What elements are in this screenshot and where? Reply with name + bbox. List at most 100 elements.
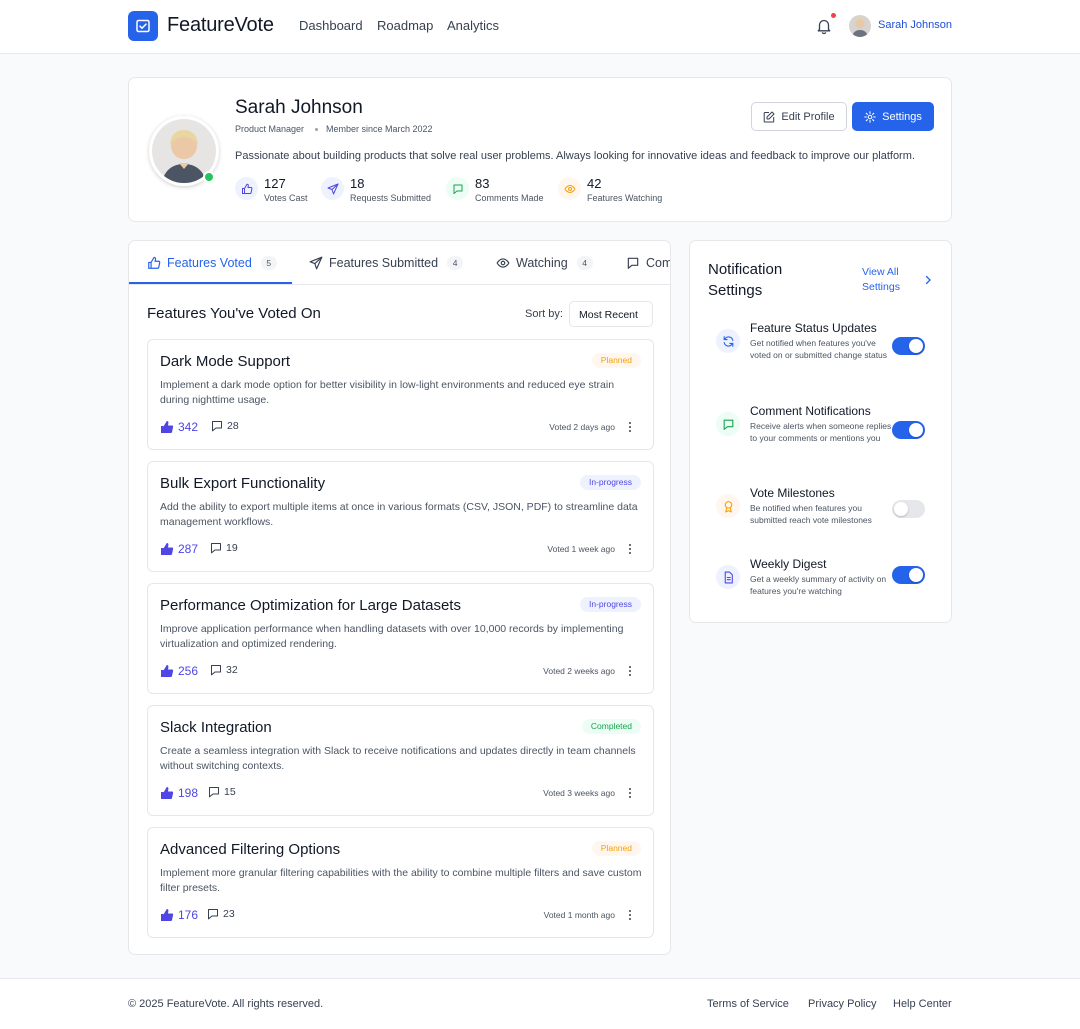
notification-toggle[interactable] [892,421,925,439]
thumbs-up-icon [161,543,174,555]
tab-features-voted[interactable]: Features Voted 5 [147,241,277,284]
comment-count: 32 [226,664,238,676]
notification-title: Feature Status Updates [750,321,877,335]
comment-icon [212,421,222,432]
notification-toggle[interactable] [892,566,925,584]
tab-bar: Features Voted 5 Features Submitted 4 Wa… [129,241,670,285]
comments-button[interactable]: 28 [211,420,239,432]
nav-link-roadmap[interactable]: Roadmap [377,18,433,33]
comment-count: 23 [223,908,235,920]
feature-title[interactable]: Slack Integration [160,719,272,736]
vote-button[interactable]: 176 [160,908,198,922]
footer: © 2025 FeatureVote. All rights reserved.… [0,978,1080,1029]
vote-button[interactable]: 342 [160,420,198,434]
tab-watching[interactable]: Watching 4 [496,241,593,284]
more-options-icon[interactable] [627,664,633,678]
notification-settings-title: Notification Settings [708,261,783,299]
terms-link[interactable]: Terms of Service [707,998,789,1010]
settings-button[interactable]: Settings [852,102,934,131]
voted-time: Voted 1 month ago [543,910,615,920]
vote-count: 176 [178,908,199,922]
status-badge: Planned [591,841,641,856]
chevron-right-icon[interactable] [924,275,932,285]
user-avatar[interactable] [849,15,871,37]
more-options-icon[interactable] [627,542,633,556]
notification-description: Get notified when features you've voted … [750,338,888,360]
comments-button[interactable]: 32 [210,664,238,676]
feature-title[interactable]: Bulk Export Functionality [160,475,325,492]
notification-description: Be notified when features you submitted … [750,503,872,525]
logo-icon[interactable] [128,11,158,41]
tab-features-submitted[interactable]: Features Submitted 4 [309,241,464,284]
comments-button[interactable]: 19 [210,542,238,554]
bell-icon[interactable] [815,17,833,35]
comment-icon [209,787,219,798]
notification-type-icon [716,494,740,518]
privacy-link[interactable]: Privacy Policy [808,998,876,1010]
tab-comments[interactable]: Comments [626,241,670,284]
stat-label: Votes Cast [264,193,308,203]
nav-link-analytics[interactable]: Analytics [447,18,499,33]
help-center-link[interactable]: Help Center [893,998,952,1010]
stat-value: 83 [475,176,490,191]
sort-label: Sort by: [525,308,563,320]
vote-button[interactable]: 198 [160,786,198,800]
notification-toggle[interactable] [892,500,925,518]
vote-button[interactable]: 287 [160,542,198,556]
user-name[interactable]: Sarah Johnson [878,19,952,31]
voted-time: Voted 3 weeks ago [543,788,615,798]
edit-profile-button[interactable]: Edit Profile [751,102,847,131]
feature-title[interactable]: Advanced Filtering Options [160,841,340,858]
tab-count-badge: 4 [576,256,593,270]
feature-card[interactable]: Slack Integration Completed Create a seaml… [147,705,654,816]
comments-button[interactable]: 15 [208,786,236,798]
more-options-icon[interactable] [627,908,633,922]
notification-dot [830,12,837,19]
comment-count: 19 [226,542,238,554]
notification-description: Get a weekly summary of activity on feat… [750,574,887,596]
profile-card: Sarah Johnson Product Manager Member sin… [128,77,952,222]
feature-card[interactable]: Advanced Filtering Options Planned Impleme… [147,827,654,938]
comments-button[interactable]: 23 [207,908,235,920]
copyright: © 2025 FeatureVote. All rights reserved. [128,998,324,1010]
member-since: Member since March 2022 [326,124,433,134]
thumbs-up-icon [148,256,161,269]
voted-time: Voted 2 weeks ago [543,666,615,676]
nav-link-dashboard[interactable]: Dashboard [299,18,363,33]
brand-name[interactable]: FeatureVote [167,14,274,37]
vote-count: 198 [178,786,199,800]
feature-title[interactable]: Dark Mode Support [160,353,290,370]
send-icon [321,177,344,200]
feature-card[interactable]: Bulk Export Functionality In-progress Add … [147,461,654,572]
sort-select[interactable]: Most Recent [569,301,653,327]
settings-label: Settings [882,110,922,123]
more-options-icon[interactable] [627,786,633,800]
feature-description: Implement more granular filtering capabi… [160,867,642,894]
thumbs-up-icon [161,909,174,921]
vote-count: 256 [178,664,199,678]
gear-icon [864,110,876,123]
feature-description: Implement a dark mode option for better … [160,379,615,406]
status-badge: In-progress [580,597,641,612]
feature-card[interactable]: Dark Mode Support Planned Implement a dark… [147,339,654,450]
status-badge: In-progress [580,475,641,490]
vote-button[interactable]: 256 [160,664,198,678]
feature-title[interactable]: Performance Optimization for Large Datas… [160,597,461,614]
vote-count: 342 [178,420,199,434]
stat-label: Comments Made [475,193,544,203]
more-options-icon[interactable] [627,420,633,434]
status-badge: Planned [591,353,641,368]
refresh-icon [723,335,733,347]
thumbs-up-icon [235,177,258,200]
notification-toggle[interactable] [892,337,925,355]
comment-icon [211,665,221,676]
edit-profile-label: Edit Profile [781,110,835,123]
view-all-settings-link[interactable]: View All Settings [862,265,922,295]
status-badge: Completed [581,719,641,734]
section-title: Features You've Voted On [147,305,321,322]
tab-label: Features Voted [167,256,252,270]
thumbs-up-icon [161,421,174,433]
feature-card[interactable]: Performance Optimization for Large Datas… [147,583,654,694]
voted-time: Voted 2 days ago [549,422,615,432]
tab-count-badge: 5 [260,256,277,270]
